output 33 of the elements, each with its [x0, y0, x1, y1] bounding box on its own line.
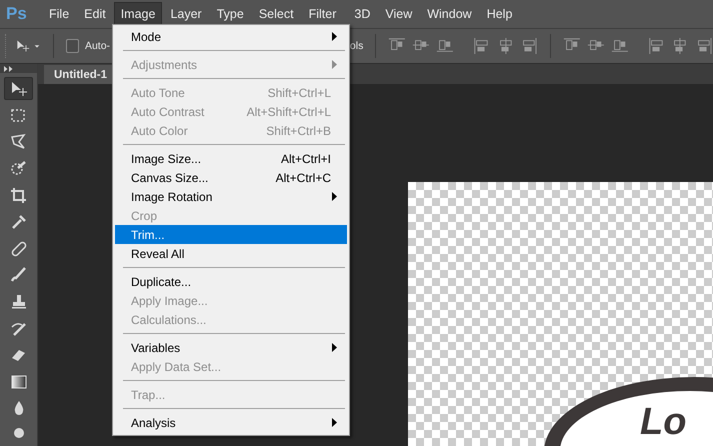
menu-title[interactable]: View	[378, 2, 420, 26]
menu-title[interactable]: Type	[210, 2, 251, 26]
menu-title[interactable]: Image	[114, 2, 162, 26]
menu-item[interactable]: Duplicate...	[115, 272, 347, 291]
menu-title[interactable]: Layer	[163, 2, 209, 26]
menu-title[interactable]: File	[42, 2, 76, 26]
menu-title[interactable]: Help	[480, 2, 520, 26]
distribute-left-icon[interactable]	[648, 36, 666, 56]
menu-item[interactable]: Reveal All	[115, 244, 347, 263]
menu-title[interactable]: Window	[420, 2, 479, 26]
menu-title[interactable]: 3D	[347, 2, 378, 26]
menu-item[interactable]: Image Rotation	[115, 187, 347, 206]
menu-title[interactable]: Filter	[302, 2, 344, 26]
crop-tool-icon	[8, 186, 28, 205]
menu-item[interactable]: Trim...	[115, 225, 347, 244]
double-chevron-icon[interactable]	[4, 66, 13, 72]
transform-controls-label: ols	[350, 40, 364, 52]
menu-title[interactable]: Select	[252, 2, 301, 26]
distribute-right-icon[interactable]	[695, 36, 713, 56]
tool-button[interactable]	[4, 77, 33, 100]
menu-item[interactable]: Mode	[115, 27, 347, 46]
app-logo: Ps	[6, 4, 28, 24]
menu-title[interactable]: Edit	[77, 2, 113, 26]
auto-select-label: Auto-	[84, 40, 110, 52]
auto-select-checkbox[interactable]	[66, 39, 79, 53]
menu-item[interactable]: Image Size... Alt+Ctrl+I	[115, 149, 347, 168]
menu-item[interactable]: Analysis	[115, 413, 347, 432]
menu-item[interactable]: Variables	[115, 338, 347, 357]
brush-tool-icon	[8, 265, 28, 284]
lasso-tool-icon	[8, 132, 28, 152]
menu-item[interactable]: Canvas Size... Alt+Ctrl+C	[115, 168, 347, 187]
align-right-icon[interactable]	[520, 36, 538, 56]
logo-text: Lo	[640, 401, 686, 443]
